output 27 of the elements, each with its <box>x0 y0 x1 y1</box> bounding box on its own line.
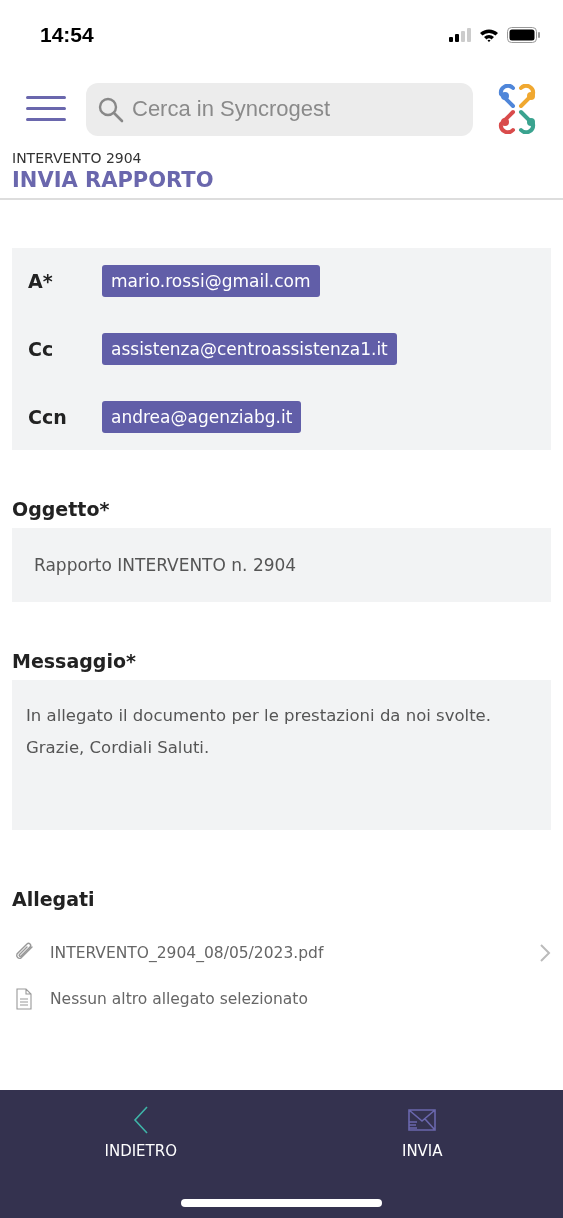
field-label: A* <box>28 270 54 292</box>
field-label: Cc <box>28 338 55 360</box>
field-label: Messaggio* <box>12 650 137 672</box>
email-chip[interactable]: assistenza@centroassistenza1.it <box>102 333 397 365</box>
empty-note: Nessun altro allegato selezionato <box>50 990 309 1008</box>
field-label: Oggetto* <box>12 498 111 520</box>
email-chip[interactable]: mario.rossi@gmail.com <box>102 265 320 297</box>
status-time: 14:54 <box>40 23 94 47</box>
message-field[interactable]: In allegato il documento per le prestazioni da noi svolte. Grazie, Cordiali Saluti. <box>12 680 551 830</box>
envelope-icon <box>408 1109 437 1131</box>
signal-icon <box>449 28 471 42</box>
menu-icon[interactable] <box>26 96 66 122</box>
chevron-left-icon <box>132 1106 149 1134</box>
attachment-link[interactable]: INTERVENTO_2904_08/05/2023.pdf <box>50 944 525 962</box>
page-title: INVIA RAPPORTO <box>12 168 215 192</box>
home-indicator[interactable] <box>181 1199 382 1207</box>
field-label: Ccn <box>28 406 68 428</box>
email-chip[interactable]: andrea@agenziabg.it <box>102 401 302 433</box>
send-button[interactable]: INVIA <box>281 1090 563 1218</box>
battery-icon <box>507 27 541 43</box>
chevron-right-icon[interactable] <box>539 943 551 963</box>
section-heading: Allegati <box>12 888 96 910</box>
back-button[interactable]: INDIETRO <box>0 1090 282 1218</box>
subject-field[interactable]: Rapporto INTERVENTO n. 2904 <box>12 528 551 602</box>
page-subtitle: INTERVENTO 2904 <box>12 150 143 166</box>
search-field[interactable]: Cerca in Syncrogest <box>86 82 473 136</box>
wifi-icon <box>479 28 499 42</box>
